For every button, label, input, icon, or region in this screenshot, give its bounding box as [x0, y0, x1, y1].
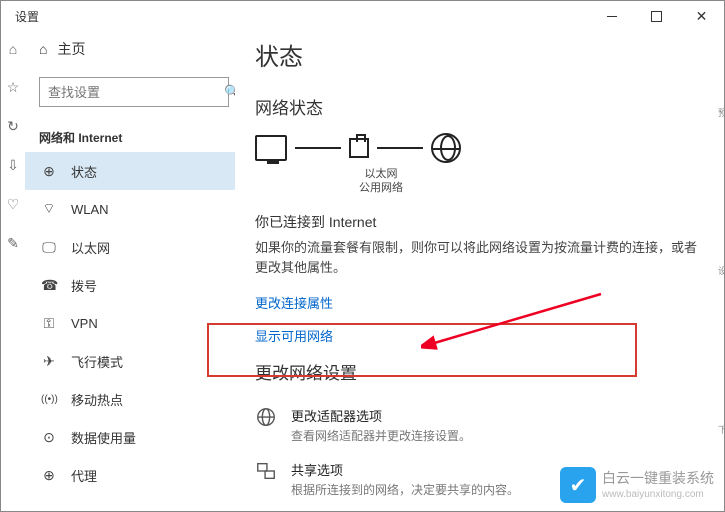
data-usage-icon: ⊙ [41, 429, 57, 446]
sidebar-item-label: 移动热点 [71, 390, 123, 409]
globe-icon [255, 406, 277, 428]
page-title: 状态 [255, 37, 704, 72]
home-icon: ⌂ [39, 41, 47, 57]
section-change-settings: 更改网络设置 [255, 359, 704, 384]
connected-desc: 如果你的流量套餐有限制，则你可以将此网络设置为按流量计费的连接，或者更改其他属性… [255, 238, 704, 280]
sidebar-item-label: 飞行模式 [71, 352, 123, 371]
wifi-icon: ⌔ [41, 200, 57, 218]
sharing-icon [255, 460, 277, 482]
sidebar-item-label: WLAN [71, 202, 109, 217]
option-title: 更改适配器选项 [291, 406, 471, 425]
home-button[interactable]: ⌂ 主页 [39, 31, 229, 67]
watermark-badge-icon: ✔ [560, 467, 596, 503]
maximize-button[interactable] [634, 1, 679, 31]
sidebar-item-ethernet[interactable]: 🖵 以太网 [39, 228, 229, 266]
globe-icon [431, 133, 461, 163]
diagram-line [377, 147, 423, 149]
browser-tool-strip: ⌂ ☆ ↻ ⇩ ♡ ✎ [1, 31, 25, 511]
minimize-button[interactable] [589, 1, 634, 31]
search-settings-input[interactable]: 🔍 [39, 77, 229, 107]
link-change-connection-props[interactable]: 更改连接属性 [255, 293, 704, 312]
link-show-available-networks[interactable]: 显示可用网络 [255, 326, 704, 345]
tool-icon[interactable]: ♡ [7, 196, 20, 213]
sidebar-section-label: 网络和 Internet [39, 125, 229, 150]
dialup-icon: ☎ [41, 277, 57, 294]
sidebar-item-status[interactable]: ⊕ 状态 [25, 152, 235, 190]
watermark-title: 白云一键重装系统 [602, 469, 714, 487]
connected-title: 你已连接到 Internet [255, 212, 704, 232]
airplane-icon: ✈ [41, 353, 57, 370]
tool-icon[interactable]: ⇩ [7, 157, 19, 174]
network-diagram [255, 133, 704, 163]
option-desc: 查看网络适配器并更改连接设置。 [291, 427, 471, 444]
sidebar-item-label: VPN [71, 316, 98, 331]
content-pane: 状态 网络状态 以太网 公用网络 你已连接到 Internet 如果你的流量套餐… [235, 31, 724, 511]
sidebar-item-label: 拨号 [71, 276, 97, 295]
sidebar-item-wlan[interactable]: ⌔ WLAN [39, 190, 229, 228]
sidebar-item-vpn[interactable]: ⚿ VPN [39, 304, 229, 342]
section-network-status: 网络状态 [255, 94, 704, 119]
window-title: 设置 [15, 8, 39, 25]
option-desc: 根据所连接到的网络，决定要共享的内容。 [291, 481, 519, 498]
sidebar-item-proxy[interactable]: ⊕ 代理 [39, 456, 229, 494]
sidebar-item-label: 以太网 [71, 238, 110, 257]
tool-icon[interactable]: ✎ [7, 235, 19, 252]
diagram-label: 以太网 公用网络 [351, 167, 411, 196]
hotspot-icon: ((•)) [41, 394, 57, 405]
sidebar-item-label: 数据使用量 [71, 428, 136, 447]
ethernet-icon: 🖵 [41, 239, 57, 256]
search-icon: 🔍 [224, 84, 235, 100]
sidebar-item-label: 代理 [71, 466, 97, 485]
tool-icon[interactable]: ⌂ [9, 41, 17, 57]
page-edge-tabs: 预设下 [718, 31, 724, 511]
home-label: 主页 [57, 39, 85, 59]
search-field[interactable] [48, 85, 224, 100]
close-button[interactable]: ✕ [679, 1, 724, 31]
option-change-adapter[interactable]: 更改适配器选项 查看网络适配器并更改连接设置。 [255, 398, 704, 452]
pc-icon [255, 135, 287, 161]
sidebar-item-label: 状态 [71, 162, 97, 181]
sidebar-item-dialup[interactable]: ☎ 拨号 [39, 266, 229, 304]
vpn-icon: ⚿ [41, 315, 57, 332]
ethernet-adapter-icon [349, 138, 369, 158]
option-title: 共享选项 [291, 460, 519, 479]
sidebar-item-airplane[interactable]: ✈ 飞行模式 [39, 342, 229, 380]
settings-sidebar: ⌂ 主页 🔍 网络和 Internet ⊕ 状态 ⌔ WLAN 🖵 以太网 ☎ … [25, 31, 235, 511]
watermark-url: www.baiyunxitong.com [602, 488, 714, 501]
diagram-line [295, 147, 341, 149]
watermark: ✔ 白云一键重装系统 www.baiyunxitong.com [560, 467, 714, 503]
sidebar-item-hotspot[interactable]: ((•)) 移动热点 [39, 380, 229, 418]
sidebar-item-data-usage[interactable]: ⊙ 数据使用量 [39, 418, 229, 456]
tool-icon[interactable]: ☆ [7, 79, 20, 96]
option-troubleshoot[interactable]: 网络疑难解答 诊断并解决网络问题。 [255, 506, 704, 511]
proxy-icon: ⊕ [41, 467, 57, 484]
status-icon: ⊕ [41, 163, 57, 180]
tool-icon[interactable]: ↻ [7, 118, 19, 135]
